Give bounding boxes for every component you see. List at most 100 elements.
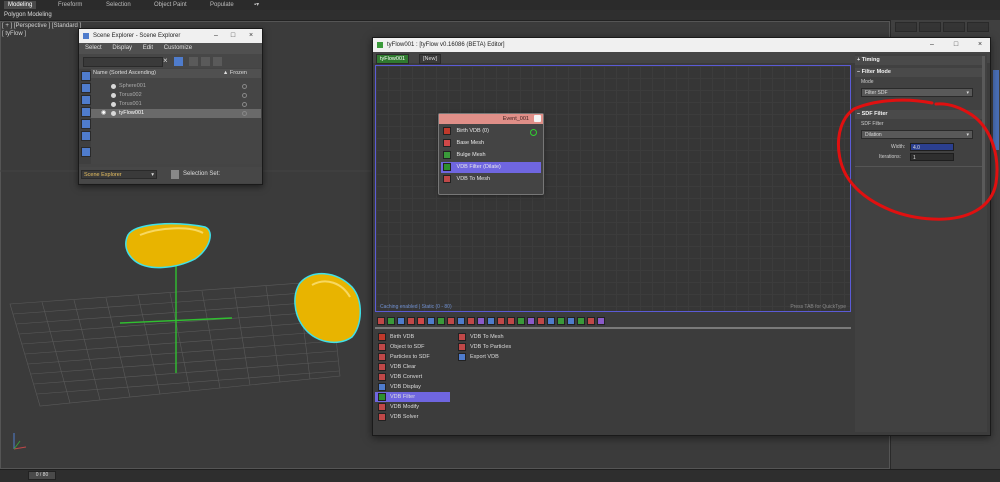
- layer-manager-icon[interactable]: [171, 170, 179, 179]
- operator-vdb-filter-selected[interactable]: VDB Filter (Dilate): [441, 162, 541, 173]
- category-export-icon[interactable]: [497, 317, 505, 325]
- list-item-selected[interactable]: ◉ tyFlow001: [91, 109, 261, 118]
- maximize-icon[interactable]: □: [227, 29, 239, 43]
- toggle-hierarchy-icon[interactable]: [189, 57, 198, 66]
- freeze-icon[interactable]: [242, 84, 247, 89]
- category-material-icon[interactable]: [447, 317, 455, 325]
- output-connector-icon[interactable]: [530, 129, 537, 136]
- minimize-icon[interactable]: –: [926, 38, 938, 52]
- freeze-icon[interactable]: [242, 102, 247, 107]
- display-cameras-icon[interactable]: [81, 107, 91, 117]
- category-birth-icon[interactable]: [377, 317, 385, 325]
- category-extra-icon[interactable]: [597, 317, 605, 325]
- column-frozen-header[interactable]: ▲ Frozen: [223, 69, 247, 78]
- depot-item-vdb-convert[interactable]: VDB Convert: [375, 372, 452, 382]
- event-display-icon[interactable]: [534, 115, 541, 122]
- tab-populate[interactable]: Populate: [206, 1, 238, 9]
- category-force-icon[interactable]: [407, 317, 415, 325]
- sort-icon[interactable]: [201, 57, 210, 66]
- tab-modeling[interactable]: Modeling: [4, 1, 37, 9]
- motion-panel-tab[interactable]: [967, 22, 989, 32]
- category-cache-icon[interactable]: [457, 317, 465, 325]
- tyflow-titlebar[interactable]: tyFlow001 : [tyFlow v0.16086 (BETA) Edit…: [373, 38, 990, 52]
- object-dot-icon[interactable]: [111, 93, 116, 98]
- menu-edit[interactable]: Edit: [143, 45, 153, 51]
- list-item[interactable]: Torus001: [91, 100, 261, 109]
- time-slider-bar[interactable]: [0, 469, 1000, 482]
- freeze-icon[interactable]: [242, 111, 247, 116]
- display-spacewarps-icon[interactable]: [81, 131, 91, 141]
- hierarchy-panel-tab[interactable]: [943, 22, 965, 32]
- flow-canvas[interactable]: Event_001 Birth VDB (0) Base Mesh Bulge …: [375, 65, 851, 312]
- search-input[interactable]: [83, 57, 163, 67]
- category-misc-icon[interactable]: [527, 317, 535, 325]
- panel-scrollbar[interactable]: [982, 56, 985, 206]
- category-test-icon[interactable]: [517, 317, 525, 325]
- tab-selection[interactable]: Selection: [102, 1, 135, 9]
- depot-item-vdb-solver[interactable]: VDB Solver: [375, 412, 452, 422]
- close-icon[interactable]: ×: [245, 29, 257, 43]
- category-flow-icon[interactable]: [537, 317, 545, 325]
- maximize-icon[interactable]: □: [950, 38, 962, 52]
- freeze-icon[interactable]: [242, 93, 247, 98]
- operator-vdb-to-mesh[interactable]: VDB To Mesh: [441, 174, 541, 185]
- object-dot-icon[interactable]: [111, 102, 116, 107]
- clear-search-icon[interactable]: ×: [163, 56, 168, 65]
- category-render-icon[interactable]: [567, 317, 575, 325]
- scene-explorer-titlebar[interactable]: Scene Explorer - Scene Explorer – □ ×: [79, 29, 262, 43]
- category-delete-icon[interactable]: [587, 317, 595, 325]
- display-shapes-icon[interactable]: [81, 83, 91, 93]
- sdf-filter-dropdown[interactable]: Dilation ▾: [861, 130, 973, 139]
- display-all-icon[interactable]: [81, 147, 91, 157]
- category-group-icon[interactable]: [577, 317, 585, 325]
- display-geometry-icon[interactable]: [81, 71, 91, 81]
- category-physx-icon[interactable]: [507, 317, 515, 325]
- create-panel-tab[interactable]: [895, 22, 917, 32]
- object-dot-icon[interactable]: [111, 84, 116, 89]
- iterations-spinner[interactable]: 1: [910, 153, 954, 161]
- explorer-select-dropdown[interactable]: Scene Explorer ▾: [81, 170, 157, 179]
- event-node[interactable]: Event_001 Birth VDB (0) Base Mesh Bulge …: [438, 113, 544, 195]
- layer-icon[interactable]: [213, 57, 222, 66]
- depot-item-object-to-sdf[interactable]: Object to SDF: [375, 342, 452, 352]
- ribbon-subtitle[interactable]: Polygon Modeling: [4, 11, 52, 19]
- category-vdb-icon[interactable]: [487, 317, 495, 325]
- category-bind-icon[interactable]: [437, 317, 445, 325]
- menu-select[interactable]: Select: [85, 45, 102, 51]
- tab-freeform[interactable]: Freeform: [54, 1, 86, 9]
- display-lights-icon[interactable]: [81, 95, 91, 105]
- minimize-icon[interactable]: –: [210, 29, 222, 43]
- category-display-icon[interactable]: [397, 317, 405, 325]
- operator-bulge-mesh[interactable]: Bulge Mesh: [441, 150, 541, 161]
- category-collision-icon[interactable]: [557, 317, 565, 325]
- category-spawn-icon[interactable]: [467, 317, 475, 325]
- display-helpers-icon[interactable]: [81, 119, 91, 129]
- rollout-sdf-filter[interactable]: – SDF Filter: [855, 110, 985, 119]
- close-icon[interactable]: ×: [974, 38, 986, 52]
- category-script-icon[interactable]: [477, 317, 485, 325]
- depot-item-vdb-to-particles[interactable]: VDB To Particles: [455, 342, 536, 352]
- command-panel-scrollbar[interactable]: [993, 70, 999, 150]
- depot-item-vdb-modify[interactable]: VDB Modify: [375, 402, 452, 412]
- operator-birth-vdb[interactable]: Birth VDB (0): [441, 126, 541, 137]
- depot-item-vdb-to-mesh[interactable]: VDB To Mesh: [455, 332, 536, 342]
- list-item[interactable]: Sphere001: [91, 82, 261, 91]
- object-dot-icon[interactable]: [111, 111, 116, 116]
- menu-display[interactable]: Display: [112, 45, 132, 51]
- operator-base-mesh[interactable]: Base Mesh: [441, 138, 541, 149]
- tab-tyflow001[interactable]: tyFlow001: [376, 54, 410, 64]
- depot-item-vdb-clear[interactable]: VDB Clear: [375, 362, 452, 372]
- category-mesh-icon[interactable]: [387, 317, 395, 325]
- frame-counter[interactable]: 0 / 80: [28, 471, 56, 480]
- width-spinner[interactable]: 4.0: [910, 143, 954, 151]
- depot-item-vdb-display[interactable]: VDB Display: [375, 382, 452, 392]
- ribbon-options-icon[interactable]: ▪▾: [250, 1, 263, 9]
- depot-item-birth-vdb[interactable]: Birth VDB: [375, 332, 452, 342]
- category-camera-icon[interactable]: [547, 317, 555, 325]
- category-shape-icon[interactable]: [417, 317, 425, 325]
- column-name-header[interactable]: Name (Sorted Ascending): [93, 70, 156, 76]
- depot-item-particles-to-sdf[interactable]: Particles to SDF: [375, 352, 452, 362]
- list-item[interactable]: Torus002: [91, 91, 261, 100]
- mode-dropdown[interactable]: Filter SDF ▾: [861, 88, 973, 97]
- depot-divider[interactable]: [375, 327, 851, 329]
